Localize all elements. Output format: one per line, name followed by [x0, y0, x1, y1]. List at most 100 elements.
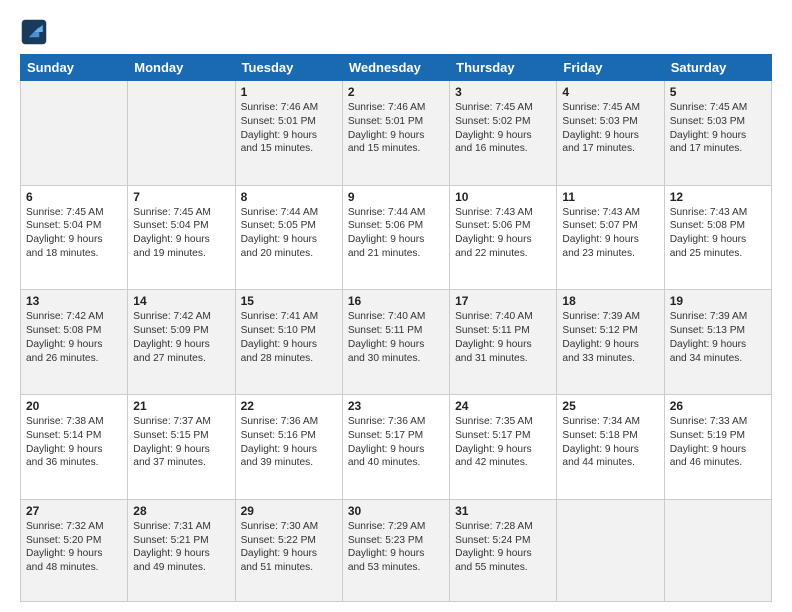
- cell-content: Sunrise: 7:44 AM Sunset: 5:05 PM Dayligh…: [241, 206, 337, 261]
- calendar-cell: 23 Sunrise: 7:36 AM Sunset: 5:17 PM Dayli…: [342, 395, 449, 500]
- day-number: 20: [26, 399, 122, 413]
- cell-content: Sunrise: 7:40 AM Sunset: 5:11 PM Dayligh…: [455, 310, 551, 365]
- cell-content: Sunrise: 7:41 AM Sunset: 5:10 PM Dayligh…: [241, 310, 337, 365]
- cell-content: Sunrise: 7:38 AM Sunset: 5:14 PM Dayligh…: [26, 415, 122, 470]
- day-number: 13: [26, 294, 122, 308]
- day-number: 3: [455, 85, 551, 99]
- calendar-cell: 10 Sunrise: 7:43 AM Sunset: 5:06 PM Dayli…: [450, 185, 557, 290]
- day-number: 1: [241, 85, 337, 99]
- cell-content: Sunrise: 7:33 AM Sunset: 5:19 PM Dayligh…: [670, 415, 766, 470]
- calendar-cell: 11 Sunrise: 7:43 AM Sunset: 5:07 PM Dayli…: [557, 185, 664, 290]
- calendar-cell: 30 Sunrise: 7:29 AM Sunset: 5:23 PM Dayli…: [342, 499, 449, 601]
- day-number: 4: [562, 85, 658, 99]
- page: SundayMondayTuesdayWednesdayThursdayFrid…: [0, 0, 792, 612]
- day-number: 11: [562, 190, 658, 204]
- day-number: 10: [455, 190, 551, 204]
- cell-content: Sunrise: 7:42 AM Sunset: 5:08 PM Dayligh…: [26, 310, 122, 365]
- calendar-cell: 1 Sunrise: 7:46 AM Sunset: 5:01 PM Daylig…: [235, 81, 342, 186]
- day-number: 26: [670, 399, 766, 413]
- calendar-week-row-5: 27 Sunrise: 7:32 AM Sunset: 5:20 PM Dayli…: [21, 499, 772, 601]
- calendar-cell: 9Sunrise: 7:44 AM Sunset: 5:06 PM Daylig…: [342, 185, 449, 290]
- day-number: 31: [455, 504, 551, 518]
- cell-content: Sunrise: 7:46 AM Sunset: 5:01 PM Dayligh…: [348, 101, 444, 156]
- cell-content: Sunrise: 7:36 AM Sunset: 5:16 PM Dayligh…: [241, 415, 337, 470]
- day-number: 5: [670, 85, 766, 99]
- calendar-week-row-3: 13 Sunrise: 7:42 AM Sunset: 5:08 PM Dayli…: [21, 290, 772, 395]
- cell-content: Sunrise: 7:45 AM Sunset: 5:03 PM Dayligh…: [562, 101, 658, 156]
- calendar-week-row-4: 20 Sunrise: 7:38 AM Sunset: 5:14 PM Dayli…: [21, 395, 772, 500]
- day-number: 25: [562, 399, 658, 413]
- calendar-cell: 18 Sunrise: 7:39 AM Sunset: 5:12 PM Dayli…: [557, 290, 664, 395]
- calendar-header-saturday: Saturday: [664, 55, 771, 81]
- day-number: 6: [26, 190, 122, 204]
- calendar-cell: 22Sunrise: 7:36 AM Sunset: 5:16 PM Dayli…: [235, 395, 342, 500]
- day-number: 9: [348, 190, 444, 204]
- day-number: 8: [241, 190, 337, 204]
- day-number: 24: [455, 399, 551, 413]
- calendar-cell: 20 Sunrise: 7:38 AM Sunset: 5:14 PM Dayli…: [21, 395, 128, 500]
- calendar-cell: 15 Sunrise: 7:41 AM Sunset: 5:10 PM Dayli…: [235, 290, 342, 395]
- cell-content: Sunrise: 7:45 AM Sunset: 5:03 PM Dayligh…: [670, 101, 766, 156]
- day-number: 23: [348, 399, 444, 413]
- calendar-header-sunday: Sunday: [21, 55, 128, 81]
- calendar-cell: 17 Sunrise: 7:40 AM Sunset: 5:11 PM Dayli…: [450, 290, 557, 395]
- logo: [20, 18, 52, 46]
- day-number: 15: [241, 294, 337, 308]
- calendar-cell: 14 Sunrise: 7:42 AM Sunset: 5:09 PM Dayli…: [128, 290, 235, 395]
- day-number: 7: [133, 190, 229, 204]
- calendar-cell: [557, 499, 664, 601]
- calendar-cell: 26 Sunrise: 7:33 AM Sunset: 5:19 PM Dayli…: [664, 395, 771, 500]
- cell-content: Sunrise: 7:35 AM Sunset: 5:17 PM Dayligh…: [455, 415, 551, 470]
- calendar-cell: 19 Sunrise: 7:39 AM Sunset: 5:13 PM Dayli…: [664, 290, 771, 395]
- calendar-cell: [21, 81, 128, 186]
- calendar-header-tuesday: Tuesday: [235, 55, 342, 81]
- cell-content: Sunrise: 7:43 AM Sunset: 5:08 PM Dayligh…: [670, 206, 766, 261]
- cell-content: Sunrise: 7:34 AM Sunset: 5:18 PM Dayligh…: [562, 415, 658, 470]
- calendar-header-monday: Monday: [128, 55, 235, 81]
- day-number: 14: [133, 294, 229, 308]
- cell-content: Sunrise: 7:39 AM Sunset: 5:13 PM Dayligh…: [670, 310, 766, 365]
- day-number: 17: [455, 294, 551, 308]
- cell-content: Sunrise: 7:46 AM Sunset: 5:01 PM Dayligh…: [241, 101, 337, 156]
- cell-content: Sunrise: 7:42 AM Sunset: 5:09 PM Dayligh…: [133, 310, 229, 365]
- calendar-cell: 8 Sunrise: 7:44 AM Sunset: 5:05 PM Daylig…: [235, 185, 342, 290]
- cell-content: Sunrise: 7:28 AM Sunset: 5:24 PM Dayligh…: [455, 520, 551, 575]
- calendar-cell: 6 Sunrise: 7:45 AM Sunset: 5:04 PM Daylig…: [21, 185, 128, 290]
- day-number: 16: [348, 294, 444, 308]
- day-number: 12: [670, 190, 766, 204]
- calendar-cell: 28Sunrise: 7:31 AM Sunset: 5:21 PM Dayli…: [128, 499, 235, 601]
- day-number: 28: [133, 504, 229, 518]
- calendar-header-thursday: Thursday: [450, 55, 557, 81]
- cell-content: Sunrise: 7:45 AM Sunset: 5:04 PM Dayligh…: [26, 206, 122, 261]
- cell-content: Sunrise: 7:43 AM Sunset: 5:06 PM Dayligh…: [455, 206, 551, 261]
- cell-content: Sunrise: 7:37 AM Sunset: 5:15 PM Dayligh…: [133, 415, 229, 470]
- day-number: 21: [133, 399, 229, 413]
- calendar-cell: 12 Sunrise: 7:43 AM Sunset: 5:08 PM Dayli…: [664, 185, 771, 290]
- calendar-header-friday: Friday: [557, 55, 664, 81]
- calendar-cell: [128, 81, 235, 186]
- calendar-cell: 13 Sunrise: 7:42 AM Sunset: 5:08 PM Dayli…: [21, 290, 128, 395]
- cell-content: Sunrise: 7:40 AM Sunset: 5:11 PM Dayligh…: [348, 310, 444, 365]
- calendar-week-row-2: 6 Sunrise: 7:45 AM Sunset: 5:04 PM Daylig…: [21, 185, 772, 290]
- cell-content: Sunrise: 7:45 AM Sunset: 5:02 PM Dayligh…: [455, 101, 551, 156]
- day-number: 19: [670, 294, 766, 308]
- calendar-cell: 24 Sunrise: 7:35 AM Sunset: 5:17 PM Dayli…: [450, 395, 557, 500]
- day-number: 18: [562, 294, 658, 308]
- calendar-cell: 3 Sunrise: 7:45 AM Sunset: 5:02 PM Daylig…: [450, 81, 557, 186]
- cell-content: Sunrise: 7:36 AM Sunset: 5:17 PM Dayligh…: [348, 415, 444, 470]
- cell-content: Sunrise: 7:39 AM Sunset: 5:12 PM Dayligh…: [562, 310, 658, 365]
- day-number: 30: [348, 504, 444, 518]
- cell-content: Sunrise: 7:32 AM Sunset: 5:20 PM Dayligh…: [26, 520, 122, 575]
- cell-content: Sunrise: 7:29 AM Sunset: 5:23 PM Dayligh…: [348, 520, 444, 575]
- cell-content: Sunrise: 7:45 AM Sunset: 5:04 PM Dayligh…: [133, 206, 229, 261]
- calendar-cell: 5 Sunrise: 7:45 AM Sunset: 5:03 PM Daylig…: [664, 81, 771, 186]
- header: [20, 18, 772, 46]
- day-number: 2: [348, 85, 444, 99]
- day-number: 27: [26, 504, 122, 518]
- calendar-table: SundayMondayTuesdayWednesdayThursdayFrid…: [20, 54, 772, 602]
- calendar-header-wednesday: Wednesday: [342, 55, 449, 81]
- cell-content: Sunrise: 7:43 AM Sunset: 5:07 PM Dayligh…: [562, 206, 658, 261]
- cell-content: Sunrise: 7:30 AM Sunset: 5:22 PM Dayligh…: [241, 520, 337, 575]
- logo-icon: [20, 18, 48, 46]
- calendar-cell: 16 Sunrise: 7:40 AM Sunset: 5:11 PM Dayli…: [342, 290, 449, 395]
